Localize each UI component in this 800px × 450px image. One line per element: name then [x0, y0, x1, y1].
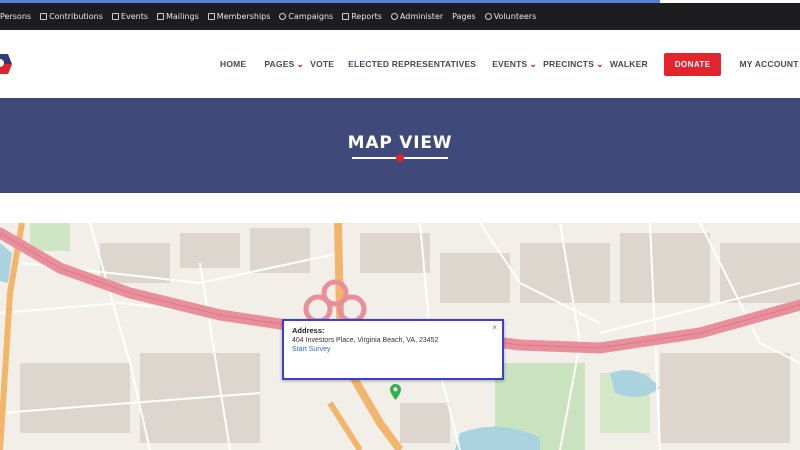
admin-item-persons[interactable]: Persons — [0, 12, 31, 21]
admin-item-administer[interactable]: Administer — [390, 12, 443, 21]
admin-item-volunteers[interactable]: Volunteers — [484, 12, 536, 21]
wrench-icon — [390, 13, 398, 20]
calendar-icon — [111, 13, 119, 20]
title-dot — [396, 153, 404, 162]
admin-item-mailings[interactable]: Mailings — [157, 12, 199, 21]
main-nav: HOME PAGES ⌄ VOTE ELECTED REPRESENTATIVES… — [220, 30, 799, 98]
mail-icon — [157, 13, 164, 20]
contributions-icon — [40, 13, 48, 20]
site-logo[interactable] — [0, 50, 12, 78]
megaphone-icon — [279, 13, 287, 20]
chevron-down-icon: ⌄ — [296, 58, 305, 69]
admin-toolbar: Persons Contributions Events Mailings Me… — [0, 3, 800, 30]
page-title: MAP VIEW — [347, 132, 453, 153]
popup-address-value: 404 Investors Place, Virginia Beach, VA,… — [292, 337, 439, 344]
page-banner: MAP VIEW — [0, 98, 800, 193]
admin-item-events[interactable]: Events — [111, 12, 148, 21]
nav-home[interactable]: HOME — [220, 59, 246, 69]
chart-icon — [342, 13, 350, 20]
nav-walker[interactable]: WALKER — [610, 59, 648, 69]
heart-icon — [484, 13, 492, 20]
nav-elected-representatives[interactable]: ELECTED REPRESENTATIVES — [348, 59, 476, 69]
close-icon[interactable]: × — [492, 323, 497, 332]
title-underline — [352, 153, 448, 162]
admin-item-pages[interactable]: Pages — [452, 12, 476, 21]
admin-item-contributions[interactable]: Contributions — [40, 12, 103, 21]
nav-vote[interactable]: VOTE — [310, 59, 334, 69]
membership-icon — [207, 13, 215, 20]
nav-pages[interactable]: PAGES ⌄ — [264, 59, 310, 70]
popup-address-label: Address: — [292, 326, 325, 335]
donate-button[interactable]: DONATE — [663, 52, 722, 76]
admin-item-reports[interactable]: Reports — [342, 12, 382, 21]
admin-item-campaigns[interactable]: Campaigns — [279, 12, 333, 21]
nav-my-account[interactable]: MY ACCOUNT — [739, 59, 798, 69]
start-survey-link[interactable]: Start Survey — [292, 346, 494, 353]
site-header: HOME PAGES ⌄ VOTE ELECTED REPRESENTATIVES… — [0, 30, 800, 98]
map-marker-icon[interactable] — [390, 384, 401, 400]
chevron-down-icon: ⌄ — [529, 58, 538, 69]
chevron-down-icon: ⌄ — [596, 58, 604, 69]
admin-item-memberships[interactable]: Memberships — [207, 12, 270, 21]
nav-events[interactable]: EVENTS ⌄ — [492, 59, 543, 70]
nav-precincts[interactable]: PRECINCTS ⌄ — [543, 59, 610, 70]
map-info-popup: × Address: 404 Investors Place, Virginia… — [282, 319, 504, 380]
